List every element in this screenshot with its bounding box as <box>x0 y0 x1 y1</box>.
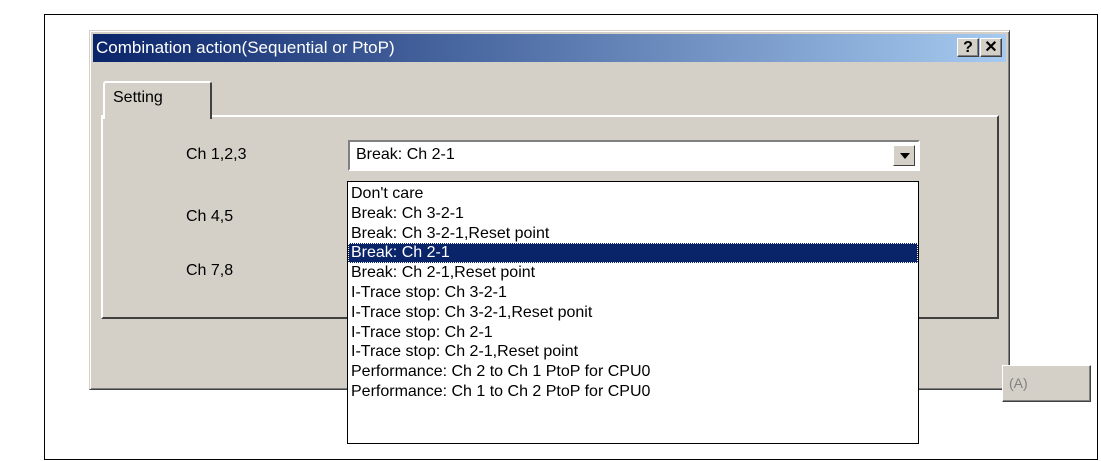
dropdown-option[interactable]: I-Trace stop: Ch 2-1 <box>348 323 918 343</box>
help-button[interactable]: ? <box>957 38 979 57</box>
ch-123-label: Ch 1,2,3 <box>186 146 247 163</box>
ch-78-label: Ch 7,8 <box>186 262 234 279</box>
tab-setting-label: Setting <box>113 89 163 106</box>
ch-123-dropdown-list[interactable]: Don't care Break: Ch 3-2-1 Break: Ch 3-2-1… <box>347 181 919 444</box>
dropdown-option[interactable]: Performance: Ch 2 to Ch 1 PtoP for CPU0 <box>348 362 918 382</box>
dropdown-option[interactable]: Break: Ch 2-1,Reset point <box>348 263 918 283</box>
close-button[interactable]: ✕ <box>980 38 1002 57</box>
apply-button: (A) <box>1002 365 1091 402</box>
dropdown-arrow-button[interactable] <box>893 145 915 166</box>
dropdown-option[interactable]: I-Trace stop: Ch 3-2-1 <box>348 283 918 303</box>
dialog-title: Combination action(Sequential or PtoP) <box>96 38 395 57</box>
ch-123-select[interactable]: Break: Ch 2-1 <box>348 140 920 171</box>
title-bar[interactable]: Combination action(Sequential or PtoP) ?… <box>93 34 1006 62</box>
dropdown-option[interactable]: Break: Ch 3-2-1 <box>348 204 918 224</box>
dropdown-option[interactable]: Performance: Ch 1 to Ch 2 PtoP for CPU0 <box>348 382 918 402</box>
apply-button-label: (A) <box>1009 375 1028 391</box>
dropdown-option[interactable]: Break: Ch 2-1 <box>348 243 918 264</box>
dropdown-option[interactable]: Don't care <box>348 184 918 204</box>
chevron-down-icon <box>900 153 910 159</box>
dropdown-option[interactable]: Break: Ch 3-2-1,Reset point <box>348 224 918 244</box>
tab-setting[interactable]: Setting <box>103 81 212 119</box>
dropdown-option[interactable]: I-Trace stop: Ch 3-2-1,Reset ponit <box>348 303 918 323</box>
ch-45-label: Ch 4,5 <box>186 208 234 225</box>
dropdown-option[interactable]: I-Trace stop: Ch 2-1,Reset point <box>348 342 918 362</box>
ch-123-select-value: Break: Ch 2-1 <box>356 146 455 163</box>
